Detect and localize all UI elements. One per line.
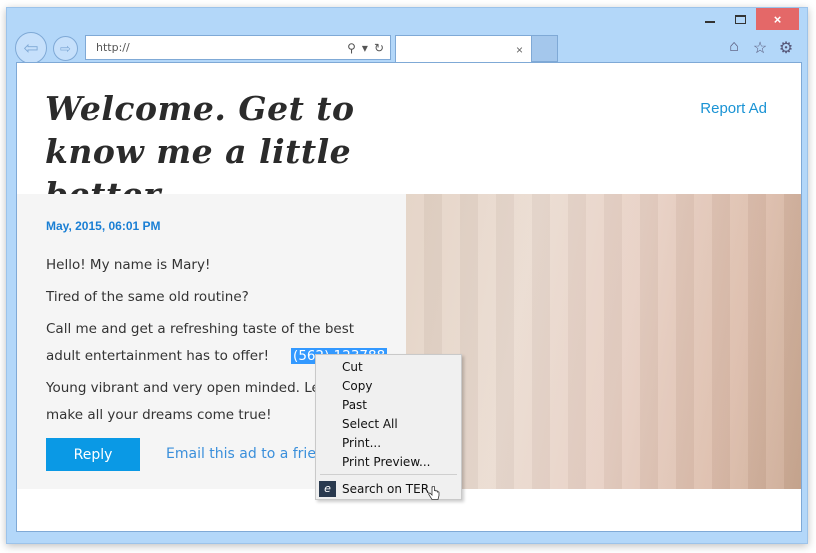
settings-gear-icon[interactable]: ⚙ <box>777 38 795 58</box>
home-icon[interactable]: ⌂ <box>725 38 743 58</box>
menu-item-label: Search on TER <box>342 482 430 496</box>
ter-logo-icon: e <box>319 481 336 497</box>
reply-button[interactable]: Reply <box>46 438 140 471</box>
ad-paragraph: Tired of the same old routine? <box>46 289 249 305</box>
menu-item-cut[interactable]: Cut <box>316 358 461 377</box>
back-arrow-icon: ⇦ <box>23 37 39 58</box>
tab-close-icon[interactable]: × <box>516 43 523 57</box>
close-icon: × <box>773 11 782 27</box>
forward-button[interactable]: ⇨ <box>53 36 78 61</box>
url-text[interactable]: http:// <box>96 41 347 54</box>
browser-window: × ⇦ ⇨ http:// ⚲ ▾ ↻ × ⌂ ☆ ⚙ Welcome. Get… <box>6 7 808 544</box>
ad-photo <box>406 194 801 489</box>
menu-item-copy[interactable]: Copy <box>316 377 461 396</box>
address-bar[interactable]: http:// ⚲ ▾ ↻ <box>85 35 391 60</box>
refresh-icon[interactable]: ↻ <box>374 41 384 55</box>
minimize-button[interactable] <box>694 8 725 30</box>
menu-item-paste[interactable]: Past <box>316 396 461 415</box>
window-controls: × <box>694 8 799 30</box>
menu-item-select-all[interactable]: Select All <box>316 415 461 434</box>
menu-separator <box>320 474 457 475</box>
menu-item-print-preview[interactable]: Print Preview... <box>316 453 461 472</box>
forward-arrow-icon: ⇨ <box>60 40 71 56</box>
report-ad-link[interactable]: Report Ad <box>700 100 767 117</box>
menu-item-print[interactable]: Print... <box>316 434 461 453</box>
minimize-icon <box>704 21 715 23</box>
back-button[interactable]: ⇦ <box>15 32 47 64</box>
context-menu: Cut Copy Past Select All Print... Print … <box>315 354 462 500</box>
search-icon[interactable]: ⚲ <box>347 41 356 55</box>
email-ad-link[interactable]: Email this ad to a friend <box>166 446 334 462</box>
maximize-icon <box>735 14 746 24</box>
post-date: May, 2015, 06:01 PM <box>46 219 161 233</box>
chevron-down-icon[interactable]: ▾ <box>362 41 368 55</box>
new-tab-button[interactable] <box>531 35 558 62</box>
close-button[interactable]: × <box>756 8 799 30</box>
maximize-button[interactable] <box>725 8 756 30</box>
address-bar-icons: ⚲ ▾ ↻ <box>347 41 390 55</box>
hand-pointer-cursor-icon <box>428 486 440 500</box>
favorites-star-icon[interactable]: ☆ <box>751 38 769 58</box>
ad-paragraph: Hello! My name is Mary! <box>46 257 211 273</box>
browser-tab[interactable]: × <box>395 35 532 63</box>
browser-toolbar: ⌂ ☆ ⚙ <box>725 38 795 58</box>
